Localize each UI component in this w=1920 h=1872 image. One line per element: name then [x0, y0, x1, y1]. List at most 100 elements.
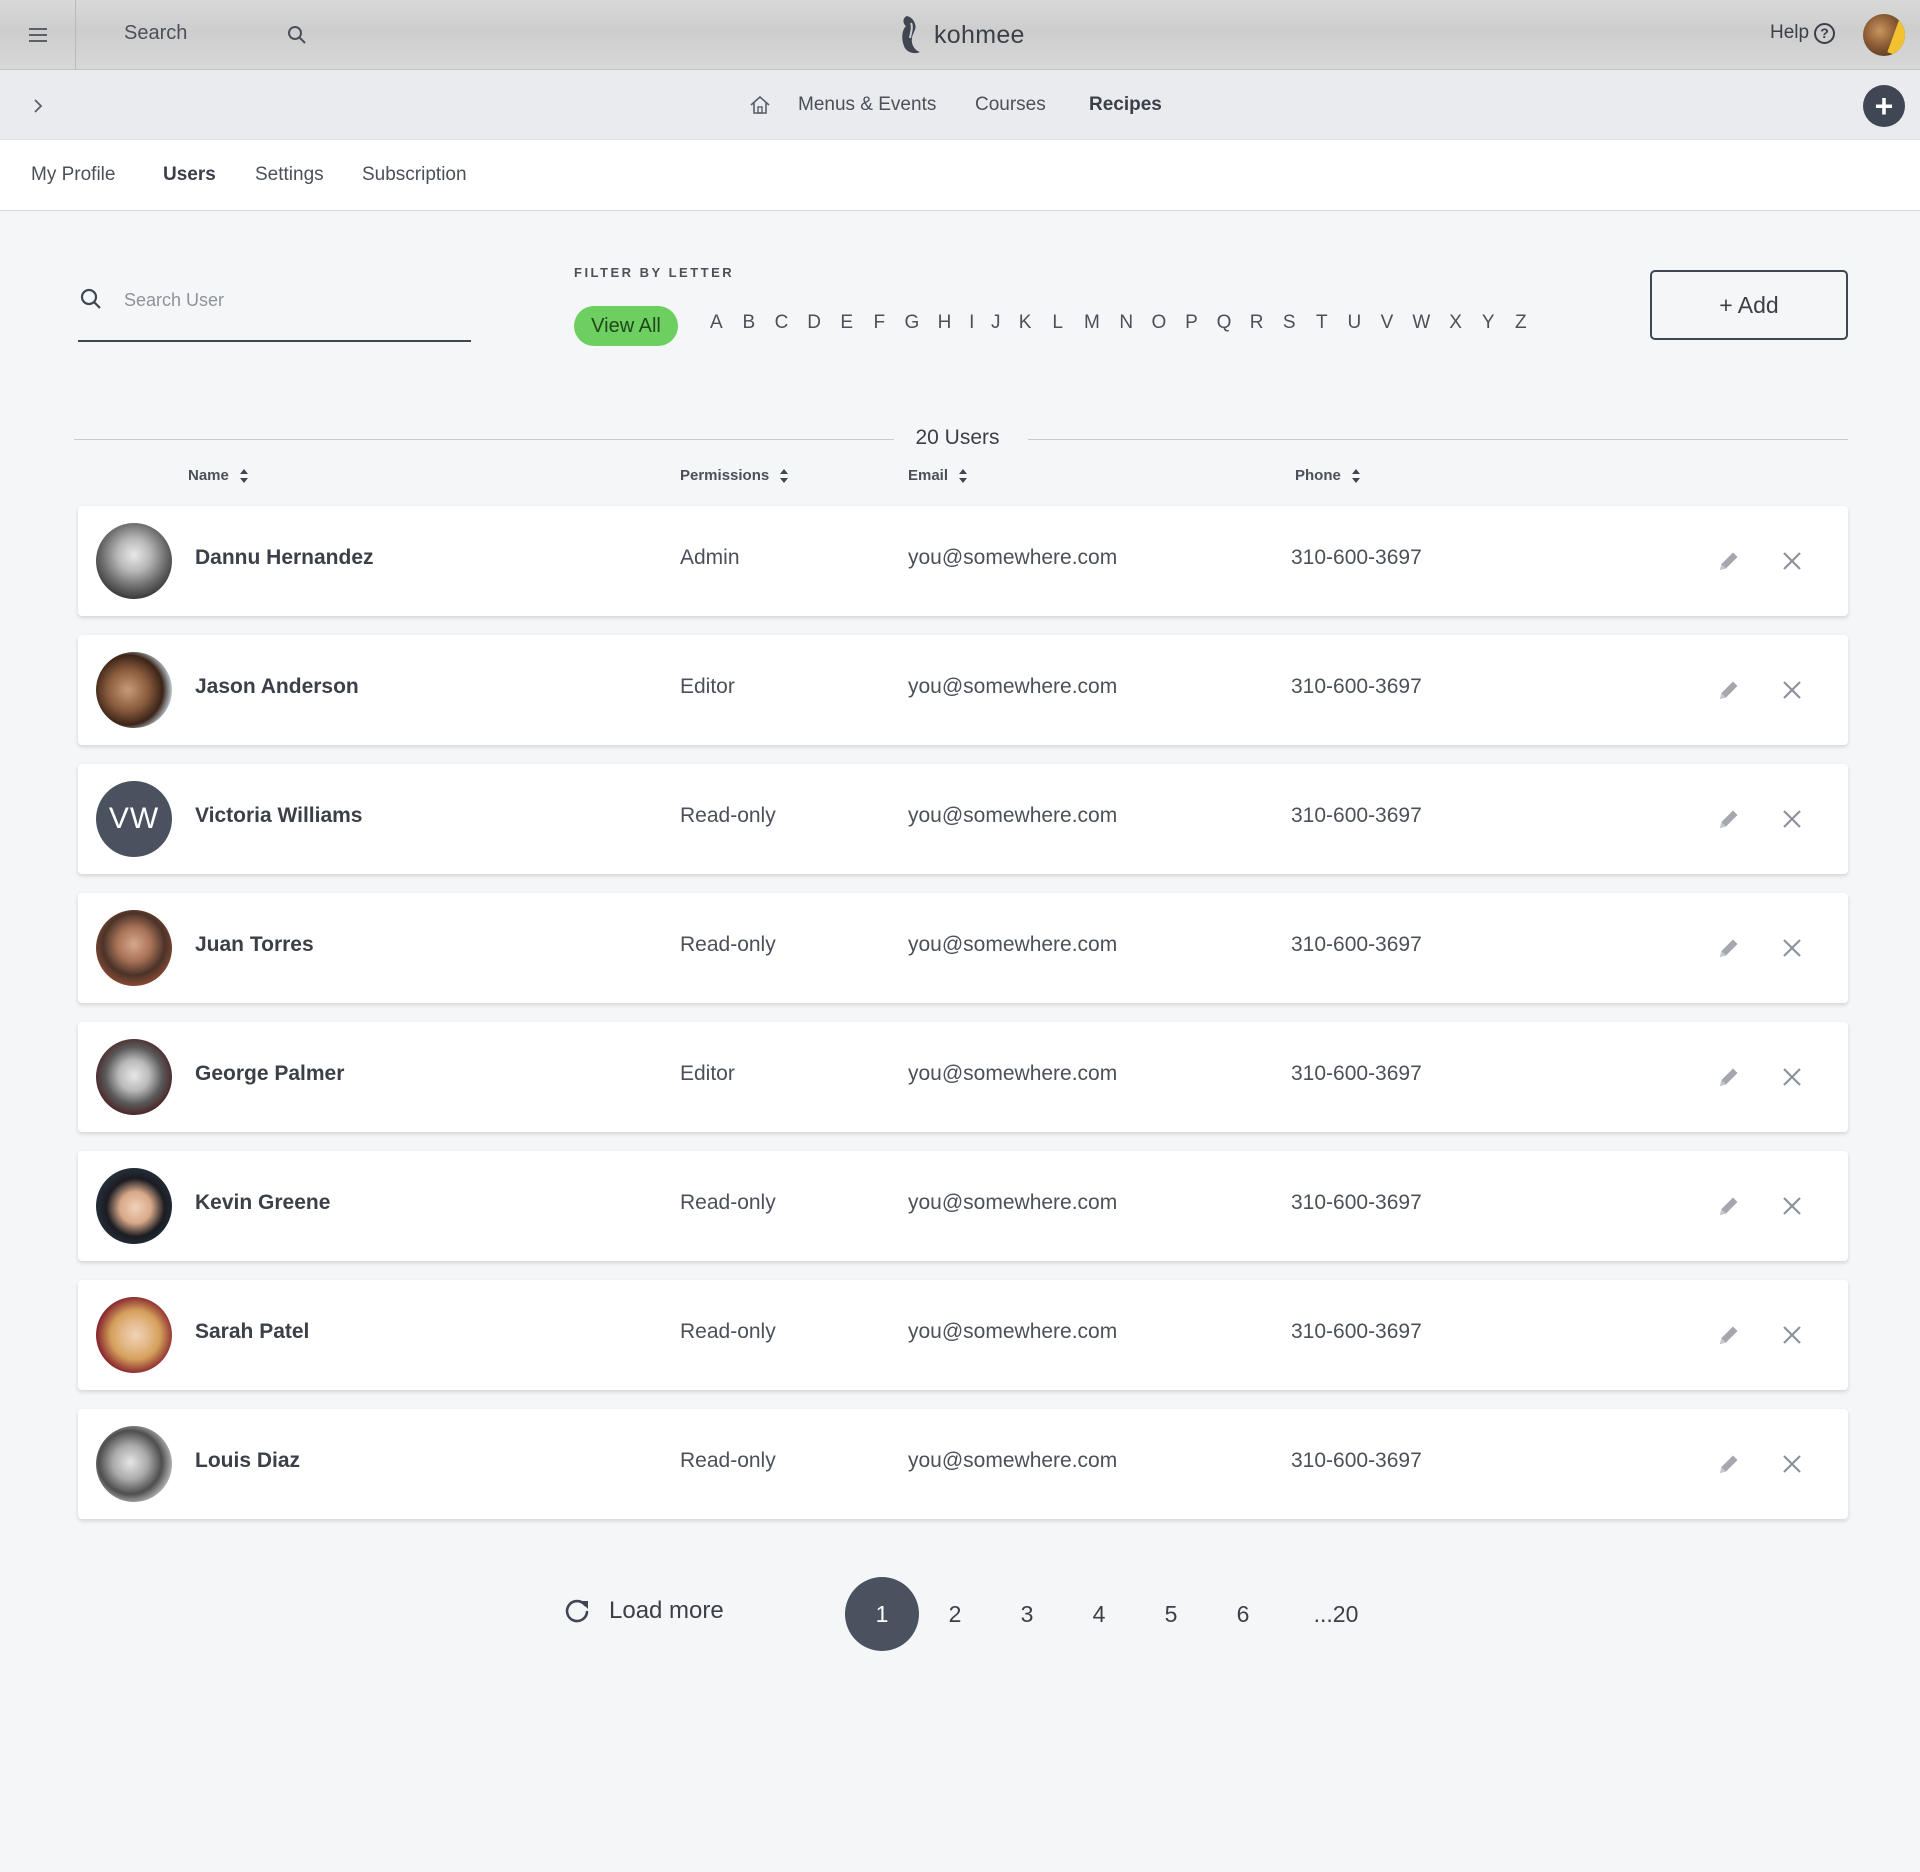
- pencil-icon[interactable]: [1717, 549, 1741, 573]
- pencil-icon[interactable]: [1717, 1452, 1741, 1476]
- letter-filter-v[interactable]: V: [1371, 312, 1404, 340]
- letter-filter-g[interactable]: G: [896, 312, 929, 340]
- search-icon[interactable]: [287, 25, 307, 45]
- nav-menus-events[interactable]: Menus & Events: [798, 94, 936, 116]
- table-row[interactable]: Kevin Greene Read-only you@somewhere.com…: [78, 1151, 1848, 1261]
- letter-filter-n[interactable]: N: [1110, 312, 1143, 340]
- letter-filter-p[interactable]: P: [1175, 312, 1208, 340]
- avatar: [96, 1168, 172, 1244]
- letter-filter-l[interactable]: L: [1041, 312, 1074, 340]
- top-bar: Search kohmee Help ?: [0, 0, 1920, 70]
- letter-filter-e[interactable]: E: [830, 312, 863, 340]
- column-header-email[interactable]: Email: [908, 467, 968, 484]
- user-name: Louis Diaz: [195, 1449, 301, 1472]
- home-icon[interactable]: [749, 95, 771, 115]
- letter-filter-h[interactable]: H: [928, 312, 961, 340]
- load-more-button[interactable]: Load more: [563, 1597, 724, 1625]
- close-icon[interactable]: [1782, 1067, 1802, 1087]
- pencil-icon[interactable]: [1717, 1065, 1741, 1089]
- close-icon[interactable]: [1782, 1454, 1802, 1474]
- letter-filter-k[interactable]: K: [1009, 312, 1042, 340]
- tab-settings[interactable]: Settings: [255, 164, 324, 186]
- letter-filter-o[interactable]: O: [1143, 312, 1176, 340]
- letter-filter-a[interactable]: A: [700, 312, 733, 340]
- user-email: you@somewhere.com: [908, 1320, 1118, 1343]
- close-icon[interactable]: [1782, 1196, 1802, 1216]
- user-permission: Read-only: [680, 1191, 776, 1214]
- help-link[interactable]: Help ?: [1770, 22, 1836, 44]
- brand[interactable]: kohmee: [898, 14, 1025, 56]
- letter-filter-i[interactable]: I: [961, 312, 983, 340]
- tab-subscription[interactable]: Subscription: [362, 164, 467, 186]
- page-button[interactable]: 6: [1206, 1577, 1280, 1651]
- letter-filter-w[interactable]: W: [1403, 312, 1439, 340]
- close-icon[interactable]: [1782, 938, 1802, 958]
- letter-filter: ABCDEFGHIJKLMNOPQRSTUVWXYZ: [700, 312, 1537, 340]
- letter-filter-d[interactable]: D: [798, 312, 831, 340]
- nav-courses[interactable]: Courses: [975, 94, 1046, 116]
- letter-filter-y[interactable]: Y: [1472, 312, 1505, 340]
- column-header-phone[interactable]: Phone: [1295, 467, 1361, 484]
- letter-filter-z[interactable]: Z: [1504, 312, 1537, 340]
- close-icon[interactable]: [1782, 551, 1802, 571]
- letter-filter-x[interactable]: X: [1439, 312, 1472, 340]
- letter-filter-r[interactable]: R: [1240, 312, 1273, 340]
- close-icon[interactable]: [1782, 809, 1802, 829]
- user-phone: 310-600-3697: [1291, 675, 1422, 698]
- page-button-last[interactable]: ...20: [1296, 1577, 1376, 1651]
- close-icon[interactable]: [1782, 1325, 1802, 1345]
- table-row[interactable]: VW Victoria Williams Read-only you@somew…: [78, 764, 1848, 874]
- user-name: Jason Anderson: [195, 675, 359, 698]
- brand-name: kohmee: [934, 20, 1025, 49]
- user-email: you@somewhere.com: [908, 804, 1118, 827]
- nav-recipes[interactable]: Recipes: [1089, 94, 1162, 116]
- search-user-input[interactable]: [124, 286, 454, 314]
- avatar: [96, 652, 172, 728]
- letter-filter-c[interactable]: C: [765, 312, 798, 340]
- chevron-right-icon[interactable]: [30, 98, 46, 114]
- page-button[interactable]: 4: [1062, 1577, 1136, 1651]
- page-button[interactable]: 2: [918, 1577, 992, 1651]
- table-row[interactable]: Jason Anderson Editor you@somewhere.com …: [78, 635, 1848, 745]
- table-row[interactable]: Louis Diaz Read-only you@somewhere.com 3…: [78, 1409, 1848, 1519]
- user-phone: 310-600-3697: [1291, 804, 1422, 827]
- add-user-button[interactable]: + Add: [1650, 270, 1848, 340]
- close-icon[interactable]: [1782, 680, 1802, 700]
- page-button[interactable]: 3: [990, 1577, 1064, 1651]
- letter-filter-u[interactable]: U: [1338, 312, 1371, 340]
- letter-filter-j[interactable]: J: [983, 312, 1009, 340]
- tab-my-profile[interactable]: My Profile: [31, 164, 115, 186]
- letter-filter-m[interactable]: M: [1074, 312, 1110, 340]
- letter-filter-q[interactable]: Q: [1208, 312, 1241, 340]
- user-phone: 310-600-3697: [1291, 546, 1422, 569]
- column-header-name[interactable]: Name: [188, 467, 249, 484]
- top-search-label[interactable]: Search: [124, 22, 187, 45]
- pencil-icon[interactable]: [1717, 1194, 1741, 1218]
- letter-filter-t[interactable]: T: [1306, 312, 1339, 340]
- table-row[interactable]: Juan Torres Read-only you@somewhere.com …: [78, 893, 1848, 1003]
- pencil-icon[interactable]: [1717, 936, 1741, 960]
- letter-filter-s[interactable]: S: [1273, 312, 1306, 340]
- table-row[interactable]: Sarah Patel Read-only you@somewhere.com …: [78, 1280, 1848, 1390]
- pencil-icon[interactable]: [1717, 1323, 1741, 1347]
- page-button[interactable]: 5: [1134, 1577, 1208, 1651]
- add-new-button[interactable]: +: [1863, 85, 1905, 127]
- user-avatar[interactable]: [1863, 14, 1905, 56]
- user-permission: Read-only: [680, 1320, 776, 1343]
- letter-filter-f[interactable]: F: [863, 312, 896, 340]
- pencil-icon[interactable]: [1717, 678, 1741, 702]
- table-row[interactable]: Dannu Hernandez Admin you@somewhere.com …: [78, 506, 1848, 616]
- user-name: Kevin Greene: [195, 1191, 331, 1214]
- user-phone: 310-600-3697: [1291, 1320, 1422, 1343]
- pencil-icon[interactable]: [1717, 807, 1741, 831]
- column-label-permissions: Permissions: [680, 467, 770, 484]
- table-row[interactable]: George Palmer Editor you@somewhere.com 3…: [78, 1022, 1848, 1132]
- avatar: [96, 1426, 172, 1502]
- view-all-button[interactable]: View All: [574, 306, 678, 346]
- letter-filter-b[interactable]: B: [733, 312, 766, 340]
- avatar: [96, 1297, 172, 1373]
- menu-button[interactable]: [0, 0, 76, 70]
- page-button[interactable]: 1: [845, 1577, 919, 1651]
- tab-users[interactable]: Users: [163, 164, 216, 186]
- column-header-permissions[interactable]: Permissions: [680, 467, 789, 484]
